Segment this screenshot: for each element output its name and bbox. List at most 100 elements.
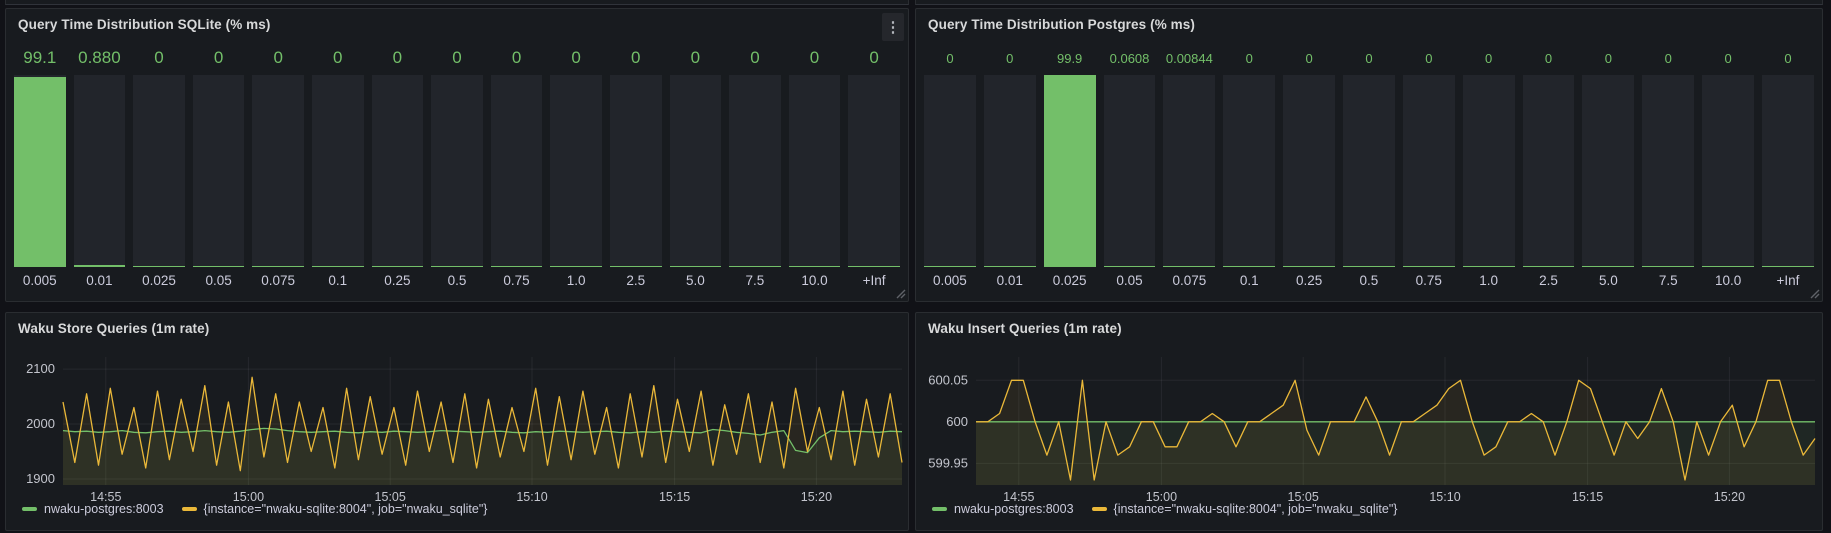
bar-gauge-column: 00.5 [431,41,483,293]
y-axis-tick-label: 2000 [26,416,55,431]
bar-gauge-column: 0.0608 0.05 [1104,41,1156,293]
legend-item[interactable]: nwaku-postgres:8003 [932,502,1074,516]
bar-value-label: 0 [670,41,722,75]
bar-value-label: 0 [193,41,245,75]
bar-value-label: 0 [848,41,900,75]
bar-value-label: 0 [1343,41,1395,75]
bar-fill [984,266,1036,267]
legend-item[interactable]: nwaku-postgres:8003 [22,502,164,516]
bar-track [491,75,543,267]
bar-value-label: 0 [431,41,483,75]
bar-fill [1223,266,1275,267]
bar-track [1642,75,1694,267]
time-series-canvas: 600.05600599.9514:5515:0015:0515:1015:15… [916,313,1822,530]
bar-gauge-sqlite: 99.10.0050.8800.0100.02500.0500.07500.10… [14,41,900,293]
bar-category-label: 0.025 [133,267,185,293]
bar-fill [1283,266,1335,267]
bar-gauge-column: 010.0 [789,41,841,293]
panel-title[interactable]: Query Time Distribution SQLite (% ms) [18,17,271,32]
panel-waku-insert-queries: Waku Insert Queries (1m rate) 600.056005… [915,312,1823,531]
bar-gauge-column: 01.0 [550,41,602,293]
bar-value-label: 0 [1523,41,1575,75]
bar-value-label: 0 [1463,41,1515,75]
bar-gauge-column: 00.1 [312,41,364,293]
legend-item[interactable]: {instance="nwaku-sqlite:8004", job="nwak… [182,502,488,516]
bar-category-label: 0.05 [1104,267,1156,293]
bar-category-label: 0.5 [431,267,483,293]
bar-value-label: 0 [372,41,424,75]
y-axis-tick-label: 1900 [26,471,55,486]
bar-fill [848,266,900,267]
bar-value-label: 0 [1762,41,1814,75]
bar-gauge-postgres: 00.00500.0199.90.0250.06080.050.008440.0… [924,41,1814,293]
insert-queries-plot: 600.05600599.9514:5515:0015:0515:1015:15… [916,313,1822,530]
bar-track [984,75,1036,267]
legend-label: {instance="nwaku-sqlite:8004", job="nwak… [204,502,488,516]
legend-label: {instance="nwaku-sqlite:8004", job="nwak… [1114,502,1398,516]
bar-category-label: 0.005 [14,267,66,293]
bar-category-label: 0.05 [193,267,245,293]
bar-category-label: 5.0 [670,267,722,293]
bar-gauge-column: 00.05 [193,41,245,293]
bar-gauge-column: 05.0 [670,41,722,293]
bar-track [1163,75,1215,267]
y-axis-tick-label: 599.95 [928,455,968,470]
bar-track [610,75,662,267]
y-axis-tick-label: 2100 [26,361,55,376]
bar-gauge-column: 0 +Inf [848,41,900,293]
bar-track [133,75,185,267]
x-axis-tick-label: 15:20 [1714,490,1745,504]
bar-track [74,75,126,267]
bar-category-label: +Inf [848,267,900,293]
bar-track [1223,75,1275,267]
bar-gauge-column: 0.8800.01 [74,41,126,293]
bar-fill [789,266,841,267]
bar-track [1582,75,1634,267]
bar-category-label: 10.0 [1702,267,1754,293]
time-series-canvas: 21002000190014:5515:0015:0515:1015:1515:… [6,313,908,530]
panel-resize-handle[interactable] [1810,289,1820,299]
bar-track [193,75,245,267]
bar-fill [1642,266,1694,267]
legend-item[interactable]: {instance="nwaku-sqlite:8004", job="nwak… [1092,502,1398,516]
bar-fill [193,266,245,267]
bar-track [1044,75,1096,267]
bar-track [1343,75,1395,267]
bar-gauge-column: 0+Inf [1762,41,1814,293]
bar-value-label: 0 [729,41,781,75]
bar-category-label: 0.005 [924,267,976,293]
bar-fill [1762,266,1814,267]
bar-value-label: 0.0608 [1104,41,1156,75]
bar-fill [1582,266,1634,267]
bar-value-label: 99.1 [14,41,66,75]
store-queries-plot: 21002000190014:5515:0015:0515:1015:1515:… [6,313,908,530]
panel-resize-handle[interactable] [896,289,906,299]
previous-row-panel-edge [5,0,909,5]
chart-legend: nwaku-postgres:8003 {instance="nwaku-sqli… [22,502,487,516]
bar-track [1104,75,1156,267]
bar-track [670,75,722,267]
panel-title[interactable]: Query Time Distribution Postgres (% ms) [928,17,1195,32]
bar-track [431,75,483,267]
bar-value-label: 0 [984,41,1036,75]
bar-category-label: 7.5 [729,267,781,293]
bar-value-label: 0 [924,41,976,75]
bar-value-label: 0 [1223,41,1275,75]
kebab-menu-icon[interactable]: ⋮ [882,13,904,41]
bar-category-label: 0.1 [312,267,364,293]
bar-fill [924,266,976,267]
x-axis-tick-label: 15:10 [516,490,547,504]
bar-value-label: 0 [1582,41,1634,75]
bar-category-label: 0.075 [252,267,304,293]
bar-fill [1523,266,1575,267]
bar-category-label: 0.75 [1403,267,1455,293]
bar-track [1283,75,1335,267]
bar-gauge-column: 99.90.025 [1044,41,1096,293]
bar-gauge-column: 99.1 0.005 [14,41,66,293]
bar-track [372,75,424,267]
bar-category-label: 2.5 [610,267,662,293]
bar-gauge-column: 05.0 [1582,41,1634,293]
bar-track [1702,75,1754,267]
bar-category-label: 0.01 [74,267,126,293]
bar-fill [1463,266,1515,267]
